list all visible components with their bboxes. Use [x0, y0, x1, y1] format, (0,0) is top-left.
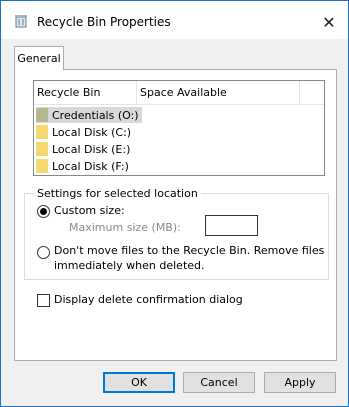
title-bar[interactable]: Recycle Bin Properties ✕: [1, 1, 348, 39]
cancel-button[interactable]: Cancel: [183, 372, 255, 393]
drive-icon: [36, 125, 48, 139]
window-title: Recycle Bin Properties: [37, 15, 171, 29]
delete-confirmation-label[interactable]: Display delete confirmation dialog: [54, 293, 243, 306]
delete-confirmation-checkbox[interactable]: [37, 294, 50, 307]
max-size-input[interactable]: [205, 215, 258, 236]
close-button[interactable]: ✕: [314, 9, 344, 35]
tab-general-label: General: [17, 52, 61, 65]
list-item-credentials[interactable]: Credentials (O:): [36, 107, 142, 123]
settings-group-label: Settings for selected location: [34, 187, 201, 200]
list-item-label: Local Disk (C:): [52, 125, 132, 139]
custom-size-label[interactable]: Custom size:: [54, 204, 125, 217]
tab-general[interactable]: General: [14, 46, 64, 70]
apply-button[interactable]: Apply: [264, 372, 336, 393]
custom-size-radio[interactable]: [37, 205, 50, 218]
cancel-button-label: Cancel: [200, 376, 238, 389]
list-item-local-disk-f[interactable]: Local Disk (F:): [36, 158, 129, 174]
recycle-bin-icon: [15, 15, 27, 28]
general-panel: Recycle Bin Location Space Available Cre…: [14, 69, 337, 361]
dont-move-label-line2[interactable]: immediately when deleted.: [54, 259, 205, 272]
ok-button[interactable]: OK: [103, 372, 175, 393]
column-header-space[interactable]: Space Available: [137, 81, 300, 105]
dont-move-radio[interactable]: [37, 246, 50, 259]
list-item-local-disk-c[interactable]: Local Disk (C:): [36, 124, 131, 140]
apply-button-label: Apply: [284, 376, 316, 389]
drive-icon: [36, 108, 48, 122]
list-item-label: Local Disk (F:): [52, 159, 129, 173]
list-item-label: Credentials (O:): [52, 108, 139, 122]
list-header: Recycle Bin Location Space Available: [34, 81, 324, 123]
recycle-bin-location-list[interactable]: Recycle Bin Location Space Available Cre…: [33, 80, 325, 176]
drive-icon: [36, 159, 48, 173]
column-header-filler: [300, 81, 324, 105]
ok-button-label: OK: [131, 376, 147, 389]
list-item-label: Local Disk (E:): [52, 142, 131, 156]
column-header-location[interactable]: Recycle Bin Location: [34, 81, 137, 123]
recycle-bin-properties-window: Recycle Bin Properties ✕ General Recycle…: [0, 0, 349, 407]
close-icon: ✕: [322, 12, 336, 32]
drive-icon: [36, 142, 48, 156]
list-item-local-disk-e[interactable]: Local Disk (E:): [36, 141, 130, 157]
dont-move-label-line1[interactable]: Don't move files to the Recycle Bin. Rem…: [54, 244, 324, 257]
max-size-label: Maximum size (MB):: [69, 221, 181, 234]
